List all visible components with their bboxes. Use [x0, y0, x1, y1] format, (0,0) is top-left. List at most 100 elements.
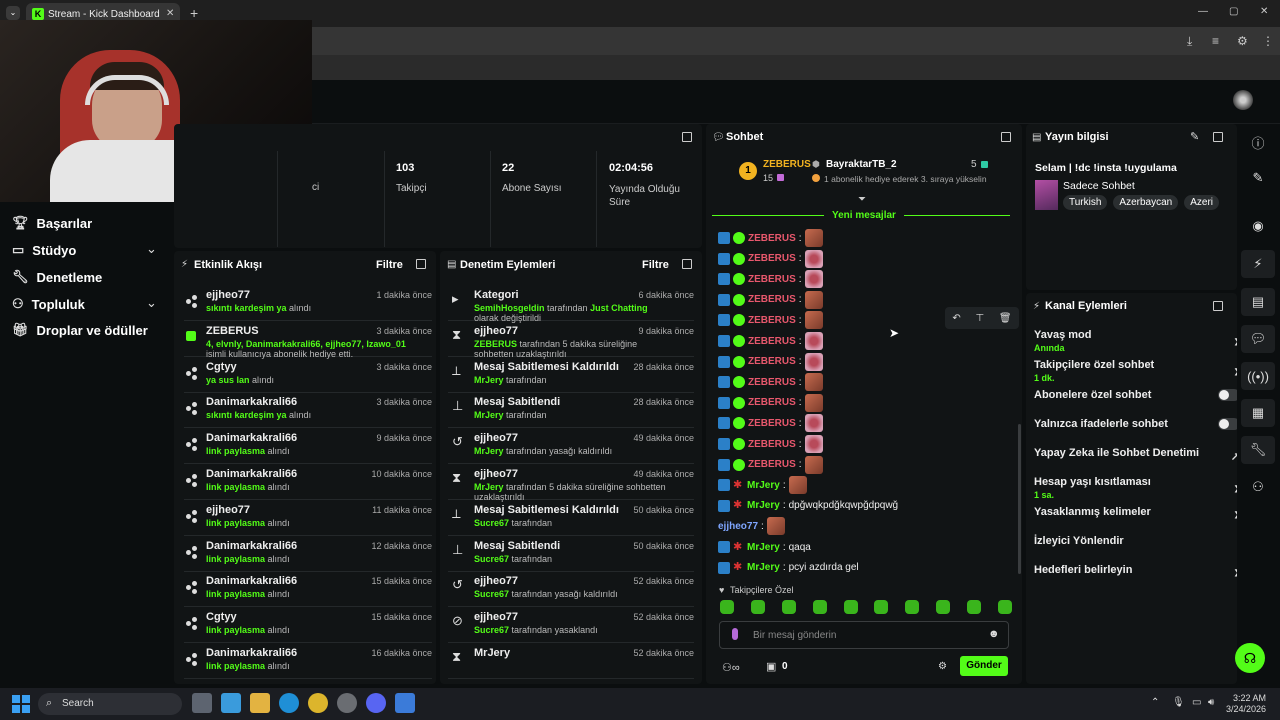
chat-username[interactable]: ZEBERUS	[748, 459, 796, 470]
chat-message[interactable]: ZEBERUS:	[718, 372, 823, 392]
toggle-switch[interactable]	[1218, 389, 1237, 401]
sidebar-item-basarilar[interactable]: 🏆︎ Başarılar	[12, 215, 92, 231]
tab-close-icon[interactable]: ✕	[166, 8, 174, 19]
popout-icon[interactable]	[682, 259, 692, 269]
volume-icon[interactable]: 🔊︎	[1208, 697, 1214, 708]
taskbar-search[interactable]: ⌕ Search	[38, 693, 182, 715]
chevron-right-icon[interactable]: ›	[1234, 361, 1237, 382]
mic-tray-icon[interactable]: 🎙︎	[1172, 697, 1185, 708]
sidebar-item-droplar[interactable]: 🎁︎ Droplar ve ödüller	[12, 322, 148, 338]
sidebar-item-studyo[interactable]: ▭ Stüdyo	[12, 242, 76, 258]
reply-icon[interactable]: ↶	[952, 313, 960, 324]
moderator-name[interactable]: Sucre67	[474, 554, 509, 564]
extensions-icon[interactable]: ⚙	[1237, 34, 1248, 48]
activity-user[interactable]: Danimarkakrali66	[206, 647, 297, 659]
tray-expand-icon[interactable]: ⌃	[1151, 697, 1159, 708]
send-button[interactable]: Gönder	[960, 656, 1008, 676]
chat-message[interactable]: ZEBERUS:	[718, 455, 823, 475]
emoji-icon[interactable]: ☻	[988, 628, 1000, 640]
chat-username[interactable]: MrJery	[747, 562, 780, 573]
chat-message[interactable]: ✱ MrJery: pcyi azdırda gel	[718, 558, 859, 578]
chat-rail-icon[interactable]: 💬︎	[1241, 325, 1275, 353]
chat-message[interactable]: ZEBERUS:	[718, 352, 823, 372]
chevron-down-icon[interactable]: ⌄	[146, 295, 157, 311]
new-tab-button[interactable]: +	[190, 5, 198, 21]
download-icon[interactable]: ⤓	[1187, 34, 1192, 49]
channel-action-row[interactable]: Yasaklanmış kelimeler ›	[1034, 504, 1237, 524]
moderator-name[interactable]: MrJery	[474, 446, 504, 456]
activity-user[interactable]: Danimarkakrali66	[206, 432, 297, 444]
community-icon[interactable]: ⚇∞	[722, 661, 740, 674]
emote-icon[interactable]	[905, 600, 920, 614]
app-icon[interactable]	[337, 693, 357, 713]
chat-username[interactable]: ZEBERUS	[748, 294, 796, 305]
sidebar-item-topluluk[interactable]: ⚇ Topluluk	[12, 296, 85, 312]
moderator-name[interactable]: ZEBERUS	[474, 339, 517, 349]
moderator-name[interactable]: MrJery	[474, 375, 504, 385]
moderator-name[interactable]: Sucre67	[474, 589, 509, 599]
chat-message[interactable]: ZEBERUS:	[718, 228, 823, 248]
app-icon[interactable]	[395, 693, 415, 713]
channel-action-row[interactable]: Hesap yaşı kısıtlaması 1 sa. ›	[1034, 476, 1237, 500]
moderation-target[interactable]: Mesaj Sabitlemesi Kaldırıldı	[474, 361, 619, 373]
moderator-name[interactable]: MrJery	[474, 482, 504, 492]
discord-icon[interactable]	[366, 693, 386, 713]
chat-message[interactable]: ✱ MrJery: dpğwqkpdğkqwpğdpqwğ	[718, 496, 898, 516]
activity-user[interactable]: Danimarkakrali66	[206, 540, 297, 552]
community-rail-icon[interactable]: ⚇	[1241, 473, 1275, 501]
widgets-icon[interactable]	[221, 693, 241, 713]
channel-action-row[interactable]: Yapay Zeka ile Sohbet Denetimi ↗	[1034, 447, 1237, 463]
emote-icon[interactable]	[936, 600, 951, 614]
emote-icon[interactable]	[874, 600, 889, 614]
channel-action-row[interactable]: Hedefleri belirleyin ›	[1034, 562, 1237, 582]
chat-message[interactable]: ejjheo77:	[718, 516, 785, 536]
emote-icon[interactable]	[997, 600, 1012, 614]
broadcast-icon[interactable]: ((•))	[1241, 362, 1275, 390]
emote-icon[interactable]	[750, 600, 765, 614]
channel-action-row[interactable]: Takipçilere özel sohbet 1 dk. ›	[1034, 359, 1237, 383]
pin-icon[interactable]: ⊤	[975, 313, 984, 324]
gift-box-icon[interactable]: ▣	[766, 660, 776, 673]
chat-username[interactable]: MrJery	[747, 500, 780, 511]
trash-icon[interactable]: 🗑︎	[999, 313, 1012, 324]
chat-settings-icon[interactable]: ⚙	[938, 661, 947, 672]
document-icon[interactable]: ▤	[1241, 288, 1275, 316]
chat-scrollbar[interactable]	[1018, 424, 1021, 574]
popout-icon[interactable]	[1213, 132, 1223, 142]
moderation-target[interactable]: Mesaj Sabitlemesi Kaldırıldı	[474, 504, 619, 516]
chat-username[interactable]: ZEBERUS	[748, 315, 796, 326]
chat-username[interactable]: ZEBERUS	[748, 397, 796, 408]
avatar[interactable]	[1233, 90, 1253, 110]
moderator-name[interactable]: Sucre67	[474, 625, 509, 635]
display-tray-icon[interactable]: ▭	[1192, 697, 1201, 708]
moderation-target[interactable]: Mesaj Sabitlendi	[474, 540, 560, 552]
activity-user[interactable]: Danimarkakrali66	[206, 575, 297, 587]
chat-username[interactable]: ZEBERUS	[748, 336, 796, 347]
browser-menu-icon[interactable]: ⋮	[1262, 34, 1274, 48]
activity-user[interactable]: Danimarkakrali66	[206, 468, 297, 480]
chat-username[interactable]: ZEBERUS	[748, 418, 796, 429]
moderator-name[interactable]: Sucre67	[474, 518, 509, 528]
edit-icon[interactable]: ✎	[1190, 130, 1199, 143]
chat-message[interactable]: ZEBERUS:	[718, 290, 823, 310]
emote-icon[interactable]	[812, 600, 827, 614]
moderator-name[interactable]: SemihHosgeldin	[474, 303, 545, 313]
popout-icon[interactable]	[682, 132, 692, 142]
camera-icon[interactable]: ◉	[1241, 212, 1275, 240]
activity-user[interactable]: Cgtyy	[206, 361, 237, 373]
moderation-target[interactable]: MrJery	[474, 647, 510, 659]
activity-user[interactable]: ejjheo77	[206, 289, 250, 301]
chat-username[interactable]: ZEBERUS	[748, 274, 796, 285]
chevron-right-icon[interactable]: ›	[1234, 562, 1237, 583]
lightning-rail-icon[interactable]: ⚡︎	[1241, 250, 1275, 278]
chevron-right-icon[interactable]: ›	[1234, 478, 1237, 499]
task-view-icon[interactable]	[192, 693, 212, 713]
edge-icon[interactable]	[279, 693, 299, 713]
wrench-rail-icon[interactable]: 🔧︎	[1241, 436, 1275, 464]
popout-icon[interactable]	[416, 259, 426, 269]
chat-message[interactable]: ZEBERUS:	[718, 434, 823, 454]
chat-message[interactable]: ZEBERUS:	[718, 310, 823, 330]
channel-action-row[interactable]: İzleyici Yönlendir	[1034, 535, 1224, 547]
info-circle-icon[interactable]: ⓘ	[1241, 128, 1275, 156]
pencil-icon[interactable]: ✎	[1241, 164, 1275, 192]
